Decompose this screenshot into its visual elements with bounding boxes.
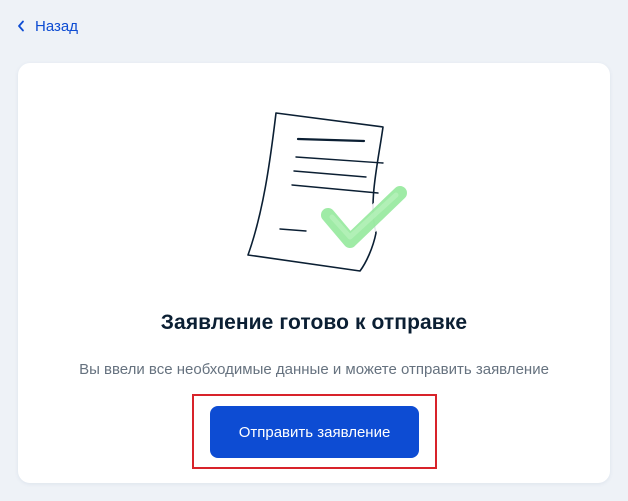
application-ready-card: Заявление готово к отправке Вы ввели все… — [18, 63, 610, 483]
document-checkmark-icon — [228, 103, 411, 283]
page-title: Заявление готово к отправке — [160, 311, 468, 334]
back-link[interactable]: Назад — [17, 16, 78, 36]
chevron-left-icon — [17, 20, 25, 32]
submit-application-button[interactable]: Отправить заявление — [210, 406, 419, 458]
back-link-label: Назад — [35, 17, 78, 35]
page-subtitle: Вы ввели все необходимые данные и можете… — [79, 361, 549, 378]
